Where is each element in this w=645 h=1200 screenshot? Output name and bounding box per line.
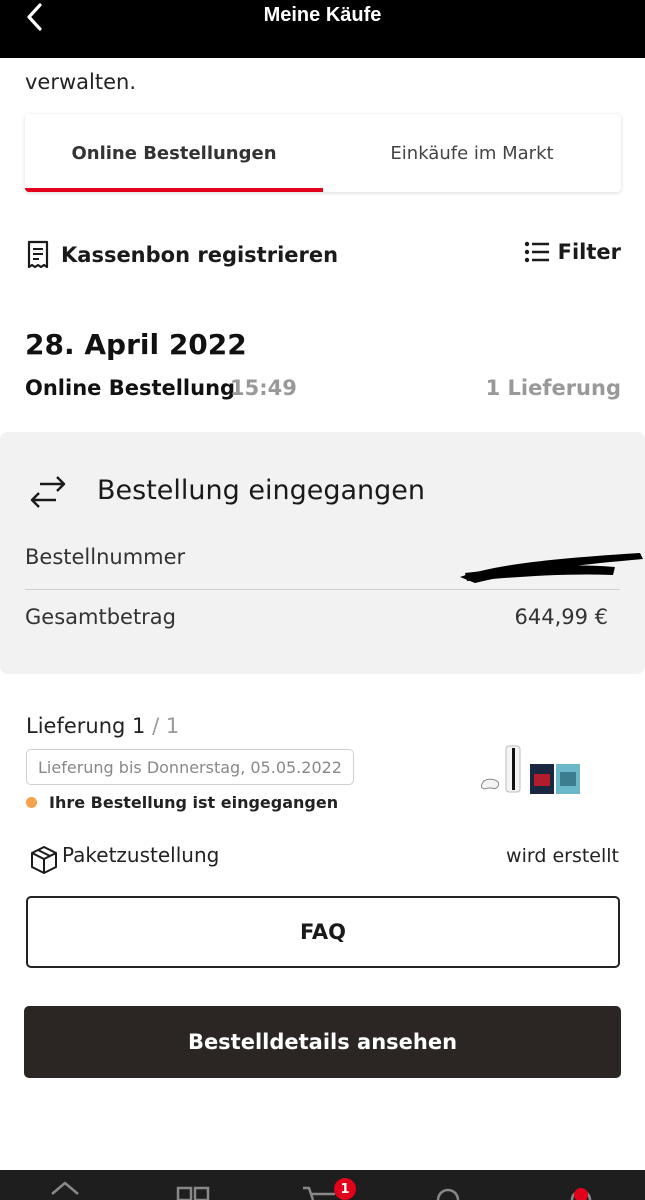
total-value: 644,99 € <box>514 605 608 629</box>
order-number-row: Bestellnummer <box>25 545 643 590</box>
redaction-scribble <box>460 553 643 583</box>
product-thumbnails <box>481 745 580 794</box>
arrows-exchange-icon <box>30 476 66 508</box>
shipping-row: Paketzustellung wird erstellt <box>29 842 619 876</box>
tab-bar: Online Bestellungen Einkäufe im Markt <box>25 114 621 192</box>
intro-text: verwalten. <box>25 70 136 94</box>
categories-icon[interactable] <box>168 1170 218 1200</box>
order-number-label: Bestellnummer <box>25 545 186 569</box>
faq-button[interactable]: FAQ <box>26 896 620 968</box>
order-date: 28. April 2022 <box>25 328 247 361</box>
order-details-button[interactable]: Bestelldetails ansehen <box>24 1006 621 1078</box>
order-time: 15:49 <box>230 376 297 400</box>
delivery-heading: Lieferung 1 / 1 <box>26 714 179 738</box>
filter-label: Filter <box>557 240 621 264</box>
filter-list-icon <box>524 241 549 263</box>
receipt-icon <box>27 240 49 269</box>
order-type: Online Bestellung <box>25 376 236 400</box>
delivery-status-text: Ihre Bestellung ist eingegangen <box>49 793 339 812</box>
page-title: Meine Käufe <box>263 4 382 26</box>
status-dot <box>26 797 37 808</box>
package-icon <box>31 846 57 874</box>
tab-online-orders[interactable]: Online Bestellungen <box>25 114 323 192</box>
tab-store-purchases[interactable]: Einkäufe im Markt <box>323 114 621 192</box>
order-status-card: Bestellung eingegangen Bestellnummer Ges… <box>0 432 645 674</box>
action-row: Kassenbon registrieren Filter <box>25 240 621 276</box>
order-status-title: Bestellung eingegangen <box>97 475 425 506</box>
home-icon[interactable] <box>40 1170 90 1200</box>
total-label: Gesamtbetrag <box>25 605 177 629</box>
total-row: Gesamtbetrag 644,99 € <box>25 605 620 629</box>
register-receipt-button[interactable]: Kassenbon registrieren <box>25 240 338 270</box>
bottom-navigation <box>0 1170 645 1200</box>
shipping-status: wird erstellt <box>506 845 619 867</box>
delivery-label: Lieferung 1 <box>26 714 146 738</box>
app-header: Meine Käufe <box>0 0 645 58</box>
search-icon[interactable] <box>424 1170 474 1200</box>
filter-button[interactable]: Filter <box>524 240 621 264</box>
delivery-status: Ihre Bestellung ist eingegangen <box>26 793 338 812</box>
account-notification-dot <box>574 1188 588 1200</box>
order-summary-line: Online Bestellung 15:49 1 Lieferung <box>25 376 621 406</box>
delivery-of: / 1 <box>152 714 180 738</box>
cart-badge: 1 <box>334 1178 356 1200</box>
register-receipt-label: Kassenbon registrieren <box>61 243 339 267</box>
delivery-eta: Lieferung bis Donnerstag, 05.05.2022 <box>26 749 354 785</box>
delivery-count: 1 Lieferung <box>485 376 621 400</box>
shipping-label: Paketzustellung <box>62 843 220 867</box>
